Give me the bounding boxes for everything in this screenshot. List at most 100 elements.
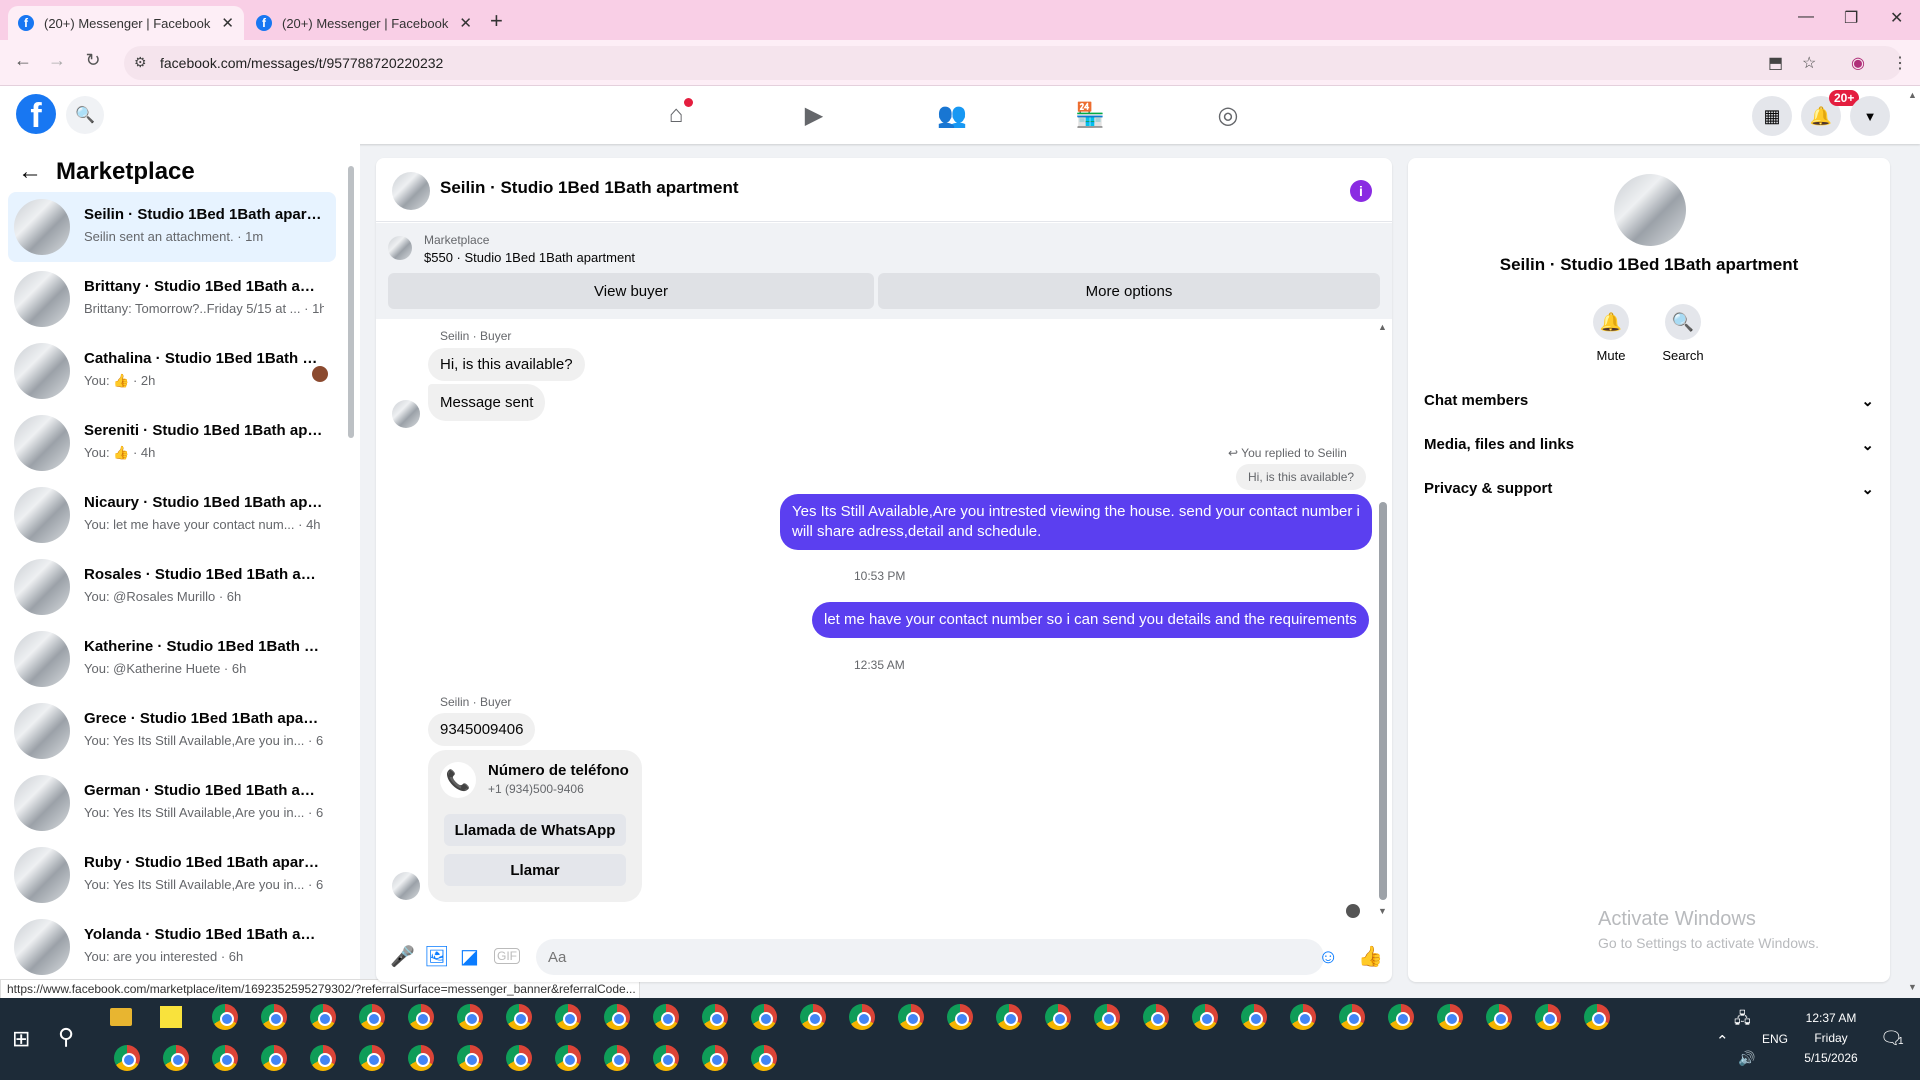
browser-menu-icon[interactable]: ⋮	[1892, 53, 1908, 73]
conversation-item[interactable]: Sereniti · Studio 1Bed 1Bath apartment Yo…	[8, 408, 336, 478]
sticker-icon[interactable]: ◪	[460, 944, 479, 969]
minimize-icon[interactable]: —	[1798, 8, 1814, 26]
mute-action[interactable]: 🔔 Mute	[1576, 304, 1646, 363]
groups-icon[interactable]: ◎	[1212, 100, 1244, 130]
search-icon[interactable]: 🔍	[66, 96, 104, 134]
new-tab-icon[interactable]: +	[490, 8, 503, 34]
scroll-down-icon[interactable]: ▼	[1378, 906, 1387, 916]
video-icon[interactable]: ▶	[798, 100, 830, 130]
taskbar-chrome-window[interactable]	[1523, 998, 1572, 1036]
sidebar-scrollbar[interactable]	[348, 166, 354, 438]
taskbar-chrome-window[interactable]	[1376, 998, 1425, 1036]
whatsapp-call-button[interactable]: Llamada de WhatsApp	[444, 814, 626, 846]
info-icon[interactable]: i	[1350, 180, 1372, 202]
conversation-item[interactable]: Yolanda · Studio 1Bed 1Bath apartment You…	[8, 912, 336, 982]
bell-icon[interactable]: 🔔	[1593, 304, 1629, 340]
message-input[interactable]	[536, 939, 1324, 975]
bookmark-star-icon[interactable]: ☆	[1802, 53, 1816, 73]
profile-icon[interactable]: ◉	[1851, 53, 1865, 73]
taskbar-chrome-window[interactable]	[151, 1039, 200, 1077]
restore-icon[interactable]: ❐	[1844, 8, 1858, 28]
taskbar-chrome-window[interactable]	[641, 998, 690, 1036]
account-dropdown-icon[interactable]: ▼	[1850, 96, 1890, 136]
taskbar-chrome-window[interactable]	[396, 998, 445, 1036]
more-options-button[interactable]: More options	[878, 273, 1380, 309]
taskbar-chrome-window[interactable]	[984, 998, 1033, 1036]
window-close-icon[interactable]: ✕	[1890, 8, 1903, 28]
taskbar-chrome-window[interactable]	[1572, 998, 1621, 1036]
incoming-message[interactable]: 9345009406	[428, 713, 536, 746]
taskbar-chrome-window[interactable]	[249, 1039, 298, 1077]
section-chat-members[interactable]: Chat members ⌄	[1424, 392, 1874, 410]
back-icon[interactable]: ←	[10, 50, 36, 71]
section-media-files[interactable]: Media, files and links ⌄	[1424, 436, 1874, 454]
browser-tab-1[interactable]: f (20+) Messenger | Facebook ✕	[8, 6, 244, 40]
search-action[interactable]: 🔍 Search	[1648, 304, 1718, 363]
network-icon[interactable]: 🖧	[1734, 1008, 1751, 1033]
taskbar-chrome-window[interactable]	[445, 998, 494, 1036]
conversation-item[interactable]: Brittany · Studio 1Bed 1Bath apartment Br…	[8, 264, 336, 334]
conversation-item[interactable]: Nicaury · Studio 1Bed 1Bath apartment You…	[8, 480, 336, 550]
language-indicator[interactable]: ENG	[1762, 1032, 1788, 1046]
taskbar-chrome-window[interactable]	[592, 998, 641, 1036]
taskbar-chrome-window[interactable]	[298, 1039, 347, 1077]
site-info-icon[interactable]: ⚙	[134, 54, 147, 71]
chat-avatar[interactable]	[392, 172, 430, 210]
taskbar-chrome-window[interactable]	[1229, 998, 1278, 1036]
chat-title[interactable]: Seilin · Studio 1Bed 1Bath apartment	[440, 178, 739, 198]
taskbar-chrome-window[interactable]	[935, 998, 984, 1036]
marketplace-banner[interactable]: Marketplace $550 · Studio 1Bed 1Bath apa…	[376, 223, 1392, 319]
taskbar-chrome-window[interactable]	[1278, 998, 1327, 1036]
photo-icon[interactable]: 🖼	[424, 944, 449, 969]
outgoing-message[interactable]: Yes Its Still Available,Are you intreste…	[780, 494, 1372, 550]
taskbar-chrome-window[interactable]	[543, 998, 592, 1036]
conversation-item[interactable]: Rosales · Studio 1Bed 1Bath apartment You…	[8, 552, 336, 622]
sticky-notes-icon[interactable]	[160, 1006, 182, 1028]
incoming-message[interactable]: Hi, is this available?	[428, 348, 585, 381]
taskbar-chrome-window[interactable]	[347, 998, 396, 1036]
gif-icon[interactable]: GIF	[494, 948, 520, 964]
conversation-item[interactable]: Seilin · Studio 1Bed 1Bath apartment Seil…	[8, 192, 336, 262]
taskbar-chrome-window[interactable]	[494, 998, 543, 1036]
install-app-icon[interactable]: ⬒	[1768, 53, 1783, 73]
microphone-icon[interactable]: 🎤	[390, 944, 415, 969]
marketplace-icon[interactable]: 🏪	[1074, 100, 1106, 130]
friends-icon[interactable]: 👥	[936, 100, 968, 130]
url-bar[interactable]: facebook.com/messages/t/957788720220232	[124, 46, 1902, 80]
facebook-logo-icon[interactable]: f	[16, 94, 56, 134]
conversation-item[interactable]: Katherine · Studio 1Bed 1Bath apartment Y…	[8, 624, 336, 694]
taskbar-chrome-window[interactable]	[1474, 998, 1523, 1036]
taskbar-chrome-window[interactable]	[494, 1039, 543, 1077]
tray-chevron-icon[interactable]: ⌃	[1716, 1032, 1729, 1050]
call-button[interactable]: Llamar	[444, 854, 626, 886]
taskbar-chrome-window[interactable]	[690, 998, 739, 1036]
taskbar-chrome-window[interactable]	[641, 1039, 690, 1077]
windows-start-icon[interactable]: ⊞	[12, 1026, 30, 1052]
conversation-item[interactable]: Grece · Studio 1Bed 1Bath apartment You: …	[8, 696, 336, 766]
taskbar-chrome-window[interactable]	[249, 998, 298, 1036]
details-avatar[interactable]	[1614, 174, 1686, 246]
conversation-item[interactable]: Cathalina · Studio 1Bed 1Bath apartment Y…	[8, 336, 336, 406]
taskbar-chrome-window[interactable]	[690, 1039, 739, 1077]
taskbar-chrome-window[interactable]	[788, 998, 837, 1036]
taskbar-chrome-window[interactable]	[837, 998, 886, 1036]
taskbar-chrome-window[interactable]	[200, 998, 249, 1036]
file-explorer-icon[interactable]	[110, 1008, 132, 1026]
taskbar-chrome-window[interactable]	[298, 998, 347, 1036]
taskbar-chrome-window[interactable]	[1180, 998, 1229, 1036]
back-arrow-icon[interactable]: ←	[18, 158, 42, 186]
taskbar-chrome-window[interactable]	[1425, 998, 1474, 1036]
menu-grid-icon[interactable]: ▦	[1752, 96, 1792, 136]
reload-icon[interactable]: ↻	[80, 50, 106, 71]
clock[interactable]: 12:37 AM Friday 5/15/2026	[1796, 1008, 1866, 1068]
view-buyer-button[interactable]: View buyer	[388, 273, 874, 309]
scroll-up-icon[interactable]: ▲	[1378, 322, 1387, 332]
taskbar-search-icon[interactable]: ⚲	[58, 1024, 74, 1050]
emoji-icon[interactable]: ☺	[1318, 946, 1338, 969]
close-tab-icon[interactable]: ✕	[459, 14, 472, 32]
section-privacy-support[interactable]: Privacy & support ⌄	[1424, 480, 1874, 498]
taskbar-chrome-window[interactable]	[347, 1039, 396, 1077]
taskbar-chrome-window[interactable]	[445, 1039, 494, 1077]
conversation-item[interactable]: German · Studio 1Bed 1Bath apartment You:…	[8, 768, 336, 838]
taskbar-chrome-window[interactable]	[739, 1039, 788, 1077]
